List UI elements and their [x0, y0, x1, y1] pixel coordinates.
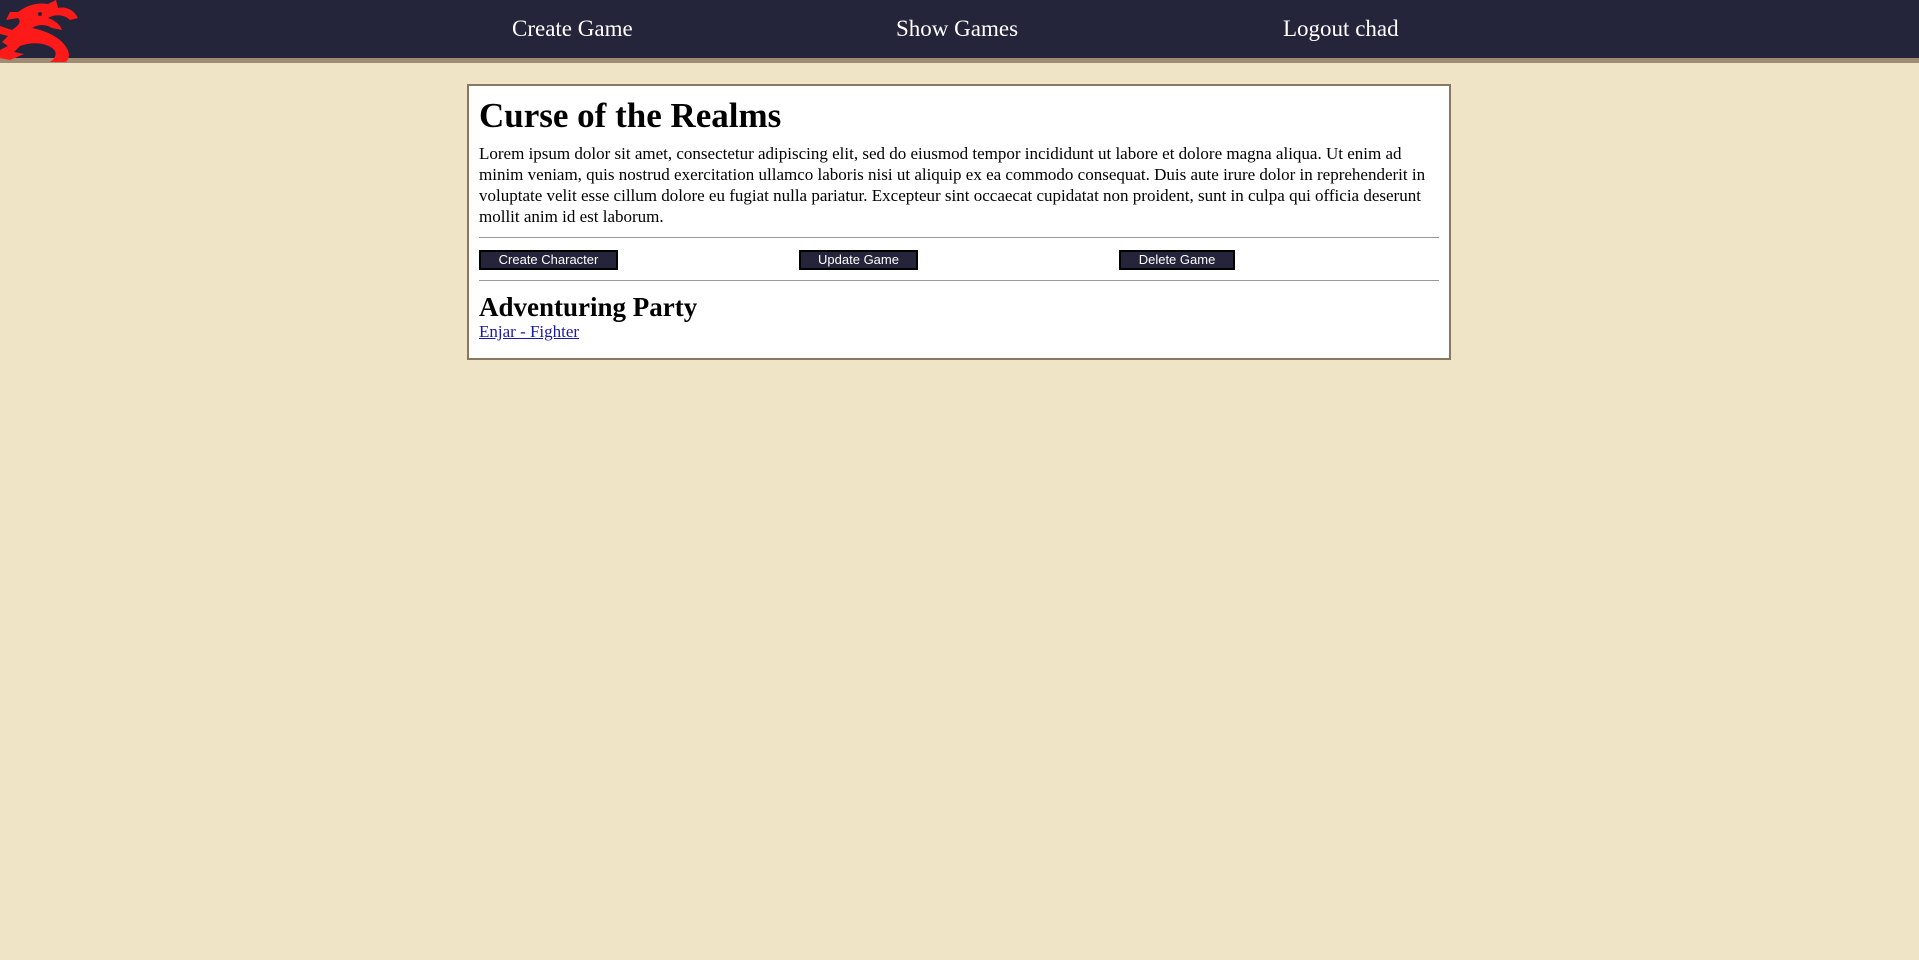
- game-actions-row: Create Character Update Game Delete Game: [479, 250, 1439, 270]
- divider: [479, 237, 1439, 238]
- delete-game-button[interactable]: Delete Game: [1119, 250, 1235, 270]
- nav-show-games-link[interactable]: Show Games: [896, 16, 1018, 42]
- create-character-button[interactable]: Create Character: [479, 250, 618, 270]
- party-member-link[interactable]: Enjar - Fighter: [479, 321, 579, 343]
- game-description: Lorem ipsum dolor sit amet, consectetur …: [479, 144, 1426, 226]
- nav-create-game-link[interactable]: Create Game: [512, 16, 633, 42]
- update-game-button[interactable]: Update Game: [799, 250, 918, 270]
- divider: [479, 280, 1439, 281]
- nav-logout-link[interactable]: Logout chad: [1283, 16, 1399, 42]
- game-title: Curse of the Realms: [479, 96, 782, 135]
- party-heading: Adventuring Party: [479, 292, 698, 322]
- dragon-logo-icon[interactable]: [0, 0, 82, 63]
- top-navbar: Create Game Show Games Logout chad: [0, 0, 1919, 63]
- game-details-card: Curse of the Realms Lorem ipsum dolor si…: [467, 84, 1451, 360]
